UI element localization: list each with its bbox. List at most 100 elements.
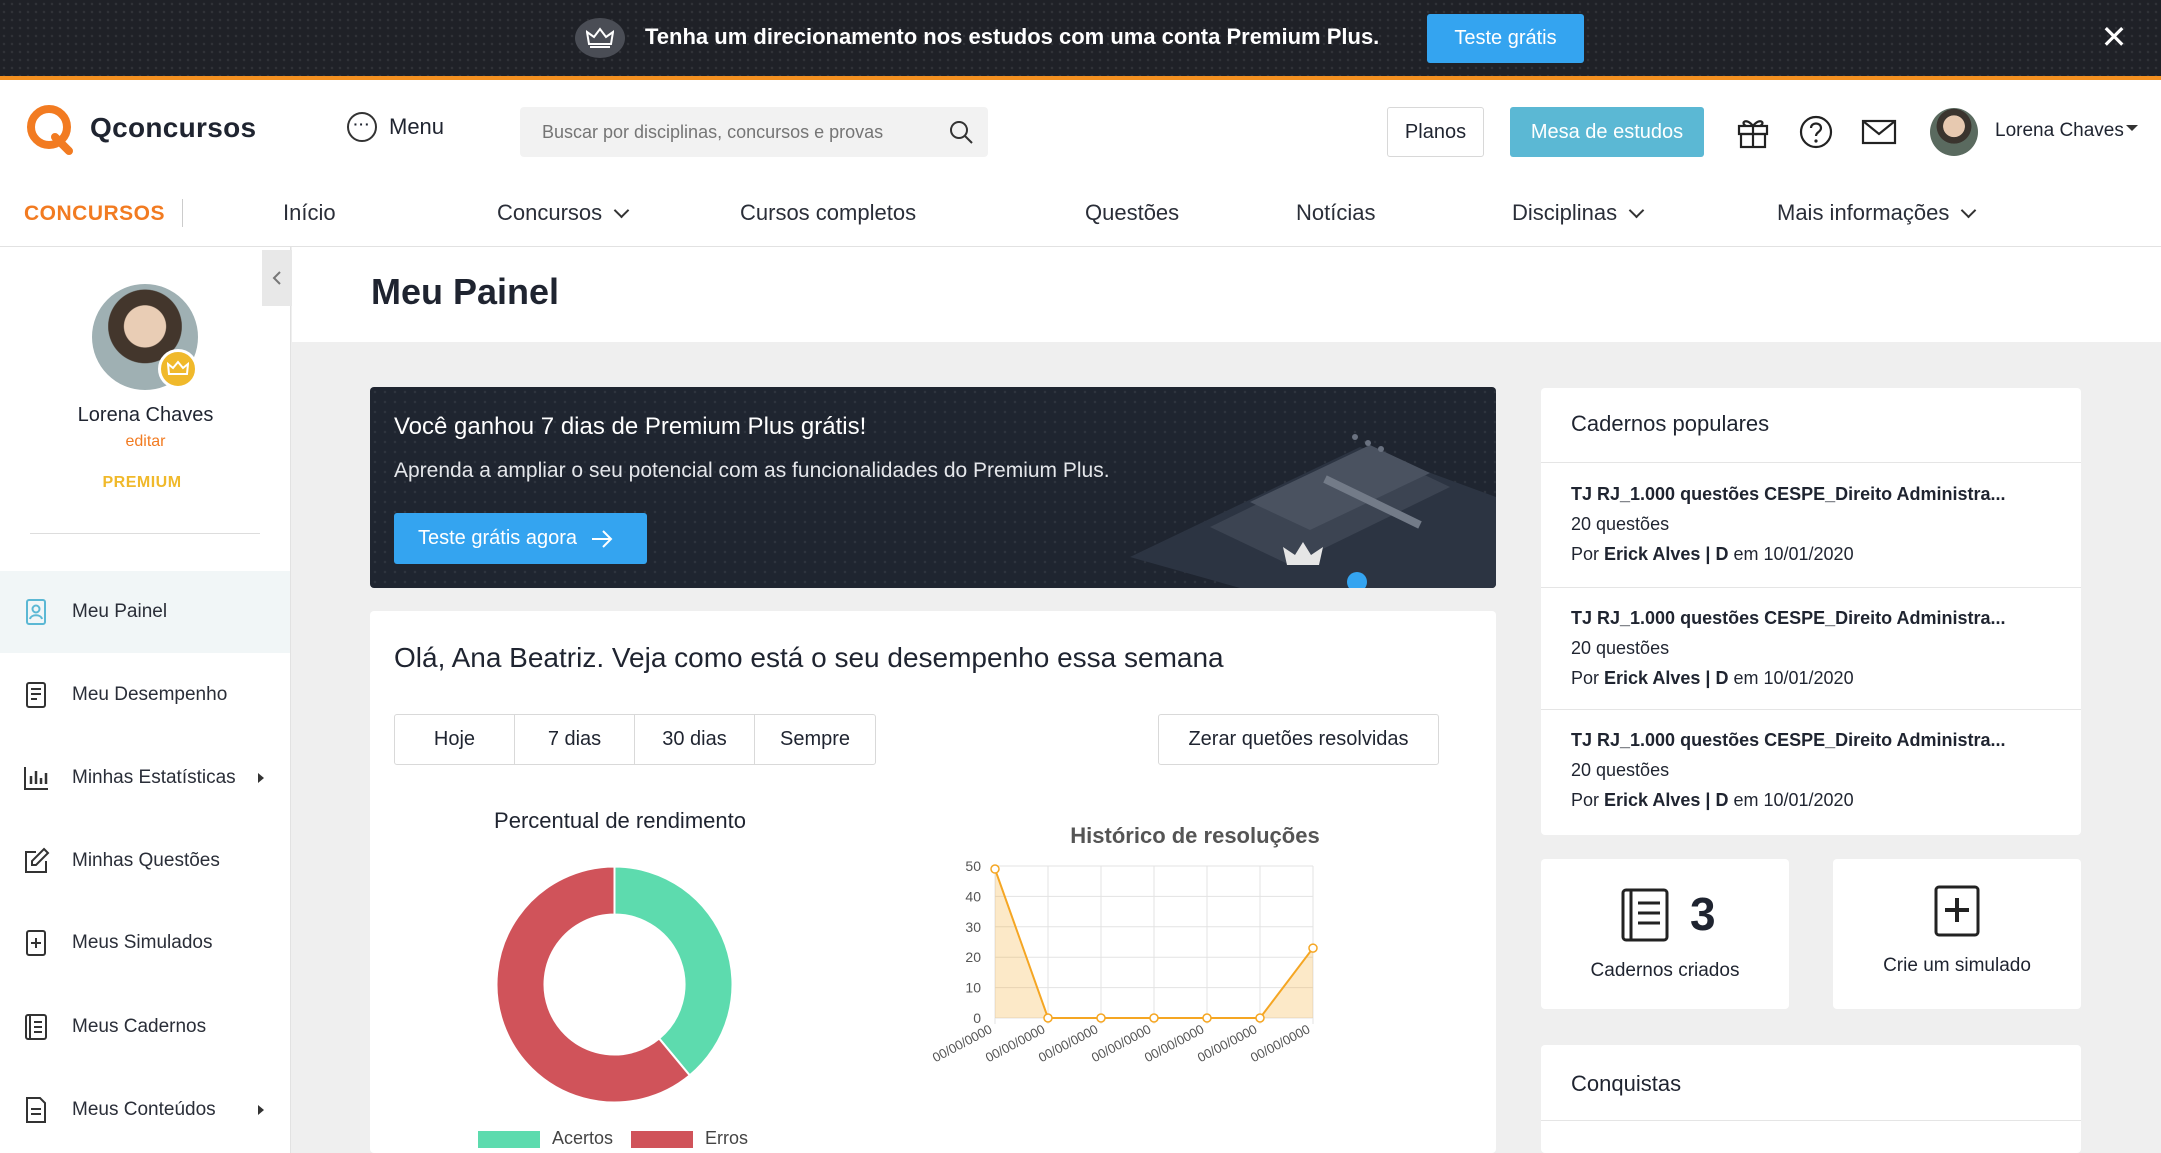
popular-item-title: TJ RJ_1.000 questões CESPE_Direito Admin… (1571, 730, 2006, 750)
data-point (1202, 1013, 1212, 1023)
y-tick-label: 10 (965, 980, 981, 996)
search-icon[interactable] (948, 119, 974, 145)
profile-edit-link[interactable]: editar (0, 433, 291, 451)
add-document-icon (1934, 885, 1980, 937)
y-tick-label: 20 (965, 949, 981, 965)
premium-trial-button[interactable]: Teste grátis agora (394, 513, 647, 564)
sidebar-item-label: Meu Desempenho (72, 684, 228, 705)
promo-trial-button[interactable]: Teste grátis (1427, 14, 1584, 63)
sidebar-item-label: Meus Cadernos (72, 1016, 207, 1037)
nav-item-inicio[interactable]: Início (283, 200, 336, 226)
profile-name: Lorena Chaves (77, 404, 214, 426)
author: Erick Alves | D (1604, 544, 1729, 564)
author: Erick Alves | D (1604, 668, 1729, 688)
close-icon[interactable]: ✕ (2097, 19, 2131, 55)
data-point (1255, 1013, 1265, 1023)
plans-button[interactable]: Planos (1387, 107, 1484, 157)
chevron-down-icon (1628, 202, 1645, 218)
logo-text[interactable]: Qconcursos (90, 112, 256, 144)
x-tick-label: 00/00/0000 (1142, 1021, 1207, 1065)
help-icon[interactable] (1797, 113, 1835, 151)
divider (1541, 1120, 2081, 1121)
by-label: Por (1571, 790, 1600, 810)
popular-item-author-line: Por Erick Alves | D em 10/01/2020 (1571, 663, 2006, 693)
create-simulado-label: Crie um simulado (1883, 955, 2031, 976)
x-tick-label: 00/00/0000 (930, 1021, 995, 1065)
mail-icon[interactable] (1860, 113, 1898, 151)
sidebar-item-label: Minhas Questões (72, 850, 220, 871)
nav-item-label: Início (283, 200, 336, 225)
page-title-bar (292, 247, 2161, 342)
y-tick-label: 30 (965, 919, 981, 935)
sidebar-item-meu-painel[interactable]: Meu Painel (0, 571, 290, 653)
logo-icon[interactable] (25, 103, 77, 155)
edit-icon (25, 847, 50, 873)
search-input[interactable] (520, 107, 988, 157)
filter-30-dias[interactable]: 30 dias (635, 715, 755, 764)
sidebar-item-label: Meus Simulados (72, 932, 213, 953)
nav-section-label[interactable]: CONCURSOS (24, 202, 165, 226)
popular-item-author-line: Por Erick Alves | D em 10/01/2020 (1571, 539, 2006, 569)
dashboard-icon (26, 599, 46, 625)
nav-item-cursos[interactable]: Cursos completos (740, 200, 916, 226)
nav-item-disciplinas[interactable]: Disciplinas (1512, 200, 1645, 226)
sidebar-item-minhas-questoes[interactable]: Minhas Questões (0, 820, 290, 902)
y-tick-label: 40 (965, 888, 981, 904)
statistics-icon (24, 767, 48, 790)
popular-item[interactable]: TJ RJ_1.000 questões CESPE_Direito Admin… (1571, 603, 2006, 693)
divider (1541, 462, 2081, 463)
donut-slice-acertos (613, 865, 734, 1077)
achievements-title: Conquistas (1571, 1071, 1682, 1096)
popular-item[interactable]: TJ RJ_1.000 questões CESPE_Direito Admin… (1571, 479, 2006, 569)
user-name[interactable]: Lorena Chaves (1995, 120, 2124, 142)
legend-swatch (631, 1130, 694, 1148)
premium-title: Você ganhou 7 dias de Premium Plus gráti… (394, 413, 867, 440)
sidebar-item-meus-cadernos[interactable]: Meus Cadernos (0, 986, 290, 1068)
divider (1541, 709, 2081, 710)
nav-item-label: Cursos completos (740, 200, 917, 225)
popular-item-count: 20 questões (1571, 760, 1670, 780)
period-filter: Hoje 7 dias 30 dias Sempre (394, 714, 876, 765)
arrow-right-icon (591, 529, 613, 548)
performance-title: Olá, Ana Beatriz. Veja como está o seu d… (394, 642, 1224, 673)
data-point (1043, 1013, 1053, 1023)
popular-item[interactable]: TJ RJ_1.000 questões CESPE_Direito Admin… (1571, 725, 2006, 815)
nav-item-concursos[interactable]: Concursos (497, 200, 630, 226)
sidebar-item-meus-simulados[interactable]: Meus Simulados (0, 902, 290, 984)
crown-icon (575, 18, 625, 58)
achievements-card (1541, 1045, 2081, 1153)
popular-item-title: TJ RJ_1.000 questões CESPE_Direito Admin… (1571, 484, 2006, 504)
nav-item-noticias[interactable]: Notícias (1296, 200, 1375, 226)
y-tick-label: 0 (973, 1010, 981, 1026)
gift-icon[interactable] (1734, 113, 1772, 151)
date: em 10/01/2020 (1733, 790, 1854, 810)
legend-item-erros: Erros (631, 1128, 748, 1149)
caret-down-icon[interactable] (2126, 125, 2138, 131)
avatar[interactable] (1930, 108, 1978, 156)
more-icon: ··· (347, 112, 377, 142)
nav-item-label: Mais informações (1777, 200, 1950, 225)
filter-sempre[interactable]: Sempre (755, 715, 875, 764)
menu-button[interactable]: ··· Menu (347, 112, 444, 142)
popular-item-author-line: Por Erick Alves | D em 10/01/2020 (1571, 785, 2006, 815)
nav-item-mais-info[interactable]: Mais informações (1777, 200, 1977, 226)
sidebar-item-minhas-estatisticas[interactable]: Minhas Estatísticas (0, 737, 290, 819)
filter-7-dias[interactable]: 7 dias (515, 715, 635, 764)
collapse-sidebar-button[interactable] (262, 250, 292, 306)
sidebar-item-meus-conteudos[interactable]: Meus Conteúdos (0, 1069, 290, 1151)
nav-item-label: Concursos (497, 200, 603, 225)
nav-item-label: Disciplinas (1512, 200, 1618, 225)
nav-item-questoes[interactable]: Questões (1085, 200, 1179, 226)
author: Erick Alves | D (1604, 790, 1729, 810)
study-desk-button[interactable]: Mesa de estudos (1510, 107, 1704, 157)
x-tick-label: 00/00/0000 (983, 1021, 1048, 1065)
profile-tier-badge: PREMIUM (102, 474, 182, 491)
donut-chart-title: Percentual de rendimento (494, 808, 746, 833)
sidebar-item-label: Meu Painel (72, 601, 168, 622)
date: em 10/01/2020 (1733, 544, 1854, 564)
donut-legend: Acertos Erros (478, 1128, 748, 1149)
sidebar-item-meu-desempenho[interactable]: Meu Desempenho (0, 654, 290, 736)
reset-questions-button[interactable]: Zerar quetões resolvidas (1158, 714, 1439, 765)
filter-hoje[interactable]: Hoje (395, 715, 515, 764)
x-tick-label: 00/00/0000 (1089, 1021, 1154, 1065)
